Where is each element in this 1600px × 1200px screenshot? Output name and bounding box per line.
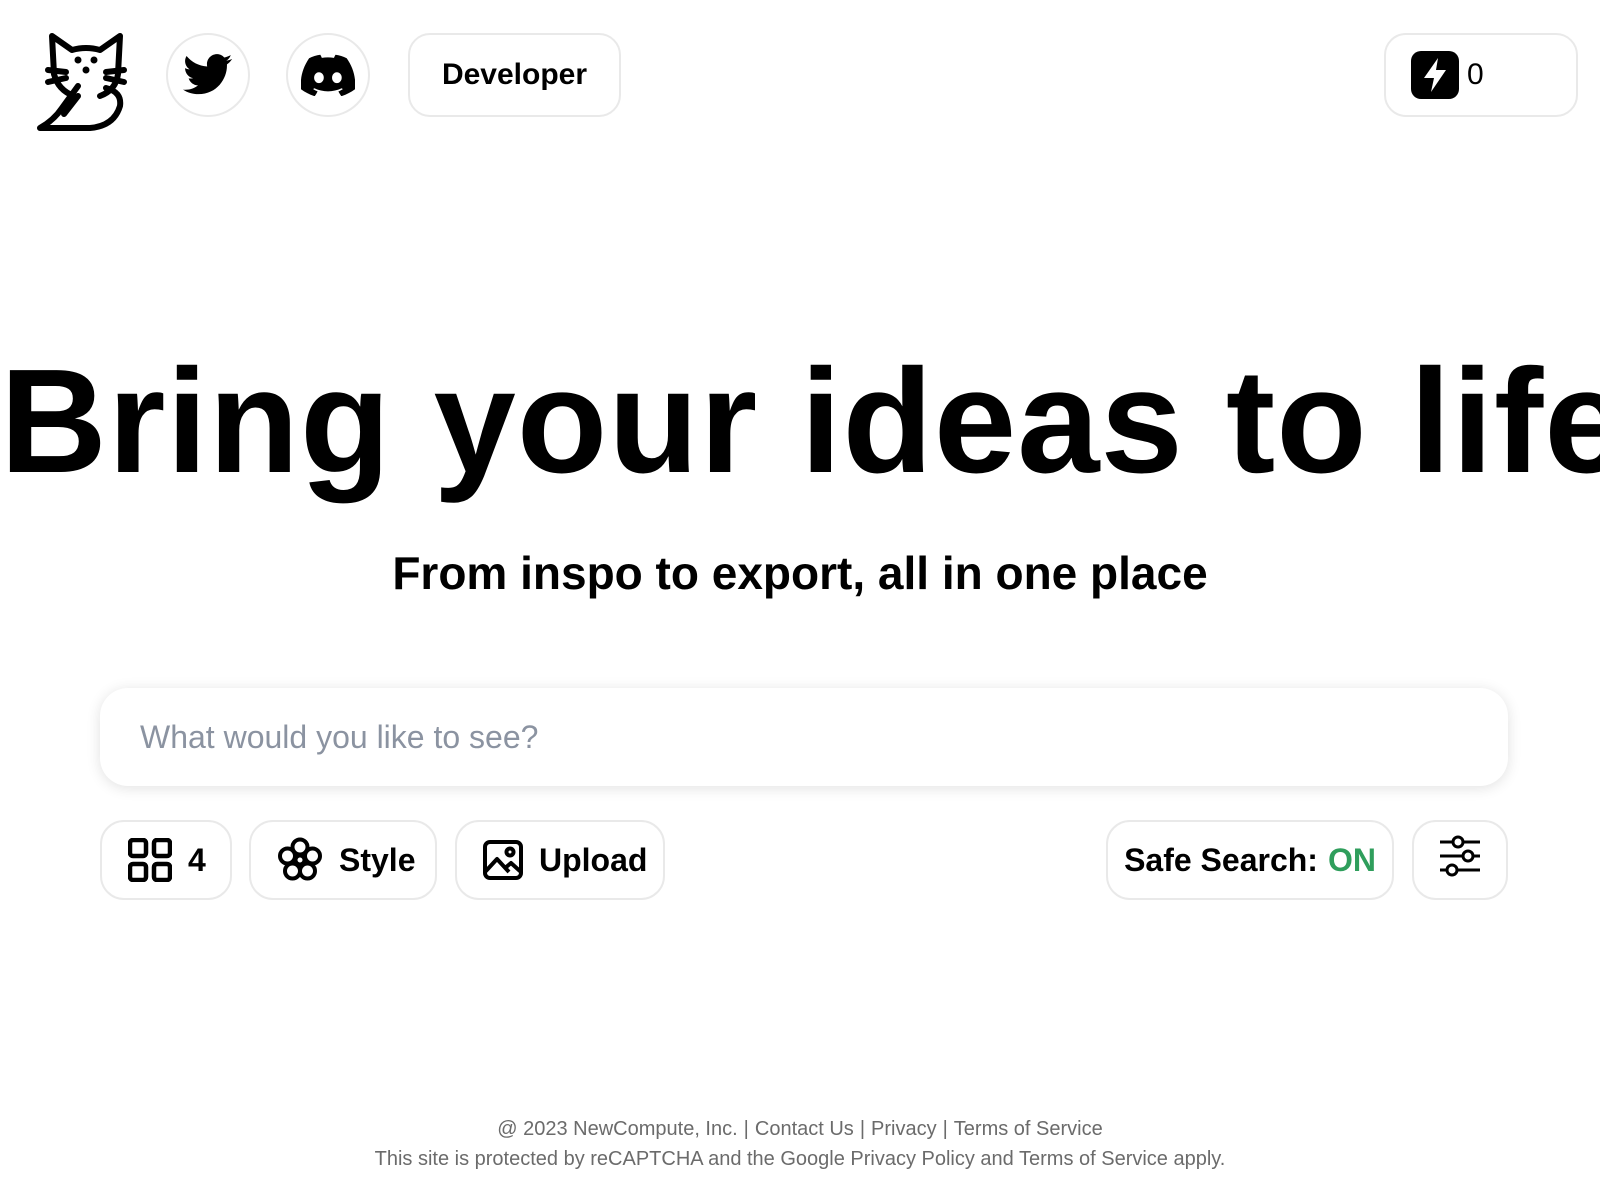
upload-button[interactable]: Upload <box>455 820 665 900</box>
privacy-link[interactable]: Privacy <box>871 1118 937 1140</box>
sliders-icon <box>1439 834 1481 886</box>
developer-label: Developer <box>441 58 588 91</box>
safe-search-toggle[interactable]: Safe Search: ON <box>1106 820 1394 900</box>
image-count-button[interactable]: 4 <box>100 820 232 900</box>
hero-title: Bring your ideas to life <box>0 339 1600 504</box>
terms-link[interactable]: Terms of Service <box>954 1118 1103 1140</box>
prompt-input[interactable] <box>100 688 1508 786</box>
recaptcha-notice: This site is protected by reCAPTCHA and … <box>374 1148 1226 1170</box>
grid-icon <box>128 838 172 882</box>
bolt-icon <box>1411 51 1459 99</box>
image-count-label: 4 <box>188 841 206 878</box>
credits-button[interactable]: 0 <box>1384 33 1578 117</box>
style-button[interactable]: Style <box>249 820 437 900</box>
safe-search-state: ON <box>1327 841 1376 878</box>
developer-button[interactable]: Developer <box>408 33 621 117</box>
upload-label: Upload <box>539 841 648 878</box>
image-icon <box>483 840 523 880</box>
settings-button[interactable] <box>1412 820 1508 900</box>
copyright-text: @ 2023 NewCompute, Inc. <box>497 1118 738 1140</box>
twitter-button[interactable] <box>166 33 250 117</box>
discord-icon <box>301 54 355 96</box>
credit-count: 0 <box>1467 58 1484 91</box>
style-label: Style <box>339 841 416 878</box>
discord-button[interactable] <box>286 33 370 117</box>
hero-subtitle: From inspo to export, all in one place <box>392 547 1208 599</box>
cat-logo-icon[interactable] <box>34 30 134 136</box>
flower-icon <box>277 837 323 883</box>
contact-link[interactable]: Contact Us <box>755 1118 854 1140</box>
footer-links: @ 2023 NewCompute, Inc. | Contact Us | Priva… <box>497 1118 1103 1140</box>
page: Developer 0 Bring your ideas to life Fro… <box>0 0 1600 1200</box>
safe-search-label: Safe Search: <box>1124 841 1318 878</box>
prompt-box <box>100 688 1508 786</box>
twitter-icon <box>183 54 233 95</box>
